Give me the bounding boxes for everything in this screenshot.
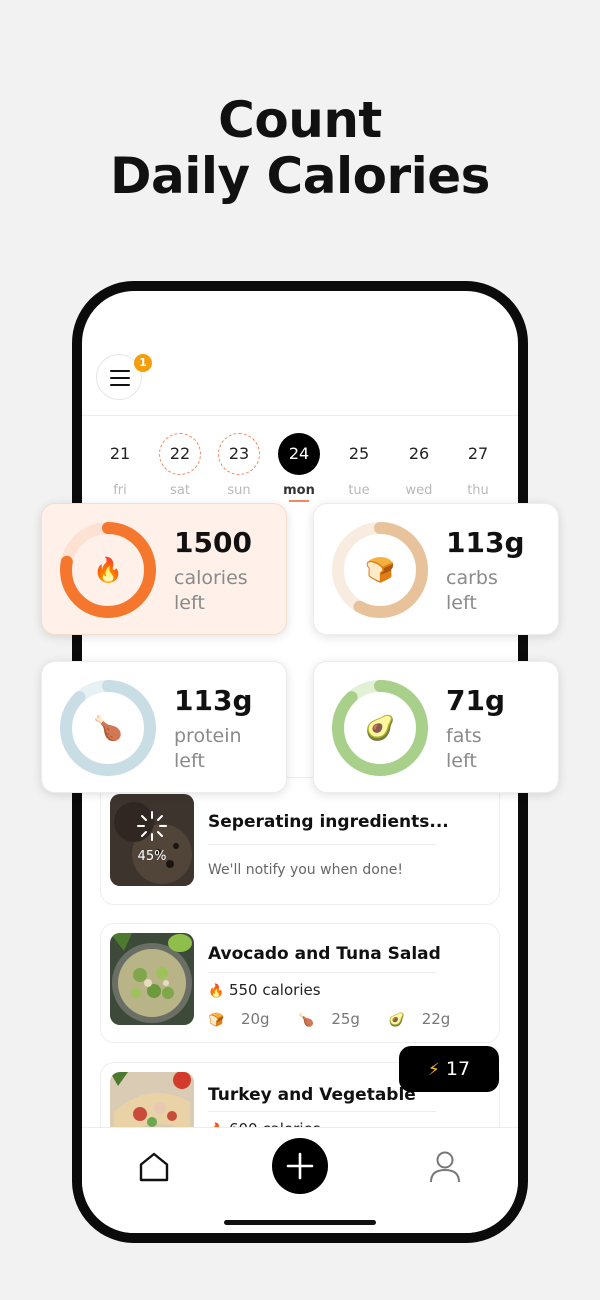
carbs-value: 113g (446, 526, 525, 559)
bread-icon: 🍞 (365, 556, 395, 584)
avocado-icon: 🥑 (388, 1013, 405, 1028)
day-label: wed (405, 483, 433, 498)
meal-card-avocado-tuna-salad[interactable]: Avocado and Tuna Salad 🔥 550 calories 🍞 … (100, 923, 500, 1043)
streak-badge[interactable]: ⚡ 17 (399, 1046, 499, 1092)
label-line-1: protein (174, 725, 242, 747)
fats-left-card[interactable]: 🥑 71g fats left (313, 661, 559, 793)
carbs-macro: 🍞 20g (208, 1010, 282, 1028)
meal-photo (110, 933, 194, 1025)
headline: Count Daily Calories (0, 92, 600, 204)
day-label: sun (227, 483, 251, 498)
day-number: 27 (467, 444, 489, 463)
meal-divider (208, 1111, 436, 1112)
fats-macro: 🥑 22g (389, 1010, 463, 1028)
protein-left-card[interactable]: 🍗 113g protein left (41, 661, 287, 793)
day-25[interactable]: 25 tue (337, 433, 381, 498)
label-line-2: left (446, 750, 477, 772)
day-number: 21 (109, 444, 131, 463)
fire-icon: 🔥 (208, 984, 225, 999)
day-23[interactable]: 23 sun (217, 433, 261, 498)
meal-calories: 🔥 550 calories (208, 981, 321, 999)
drumstick-icon: 🍗 (298, 1013, 315, 1028)
week-strip: 21 fri 22 sat 23 sun 24 mon 25 tue 26 we… (82, 433, 518, 513)
meal-title: Seperating ingredients... (208, 812, 449, 832)
day-label: fri (113, 483, 127, 498)
meal-photo: 45% (110, 794, 194, 886)
day-22[interactable]: 22 sat (158, 433, 202, 498)
bread-icon: 🍞 (208, 1013, 225, 1028)
avocado-icon: 🥑 (365, 714, 395, 742)
day-label: mon (283, 483, 315, 498)
day-21[interactable]: 21 fri (98, 433, 142, 498)
fats-label: fats left (446, 724, 556, 774)
add-meal-button[interactable] (272, 1138, 328, 1194)
label-line-1: carbs (446, 567, 498, 589)
day-number: 22 (159, 433, 201, 475)
day-number: 23 (218, 433, 260, 475)
carbs-label: carbs left (446, 566, 556, 616)
label-line-1: calories (174, 567, 248, 589)
day-number: 26 (408, 444, 430, 463)
bottom-nav (82, 1127, 518, 1233)
selected-day-underline (289, 500, 309, 502)
day-number: 25 (348, 444, 370, 463)
calories-left-card[interactable]: 🔥 1500 calories left (41, 503, 287, 635)
meal-status: We'll notify you when done! (208, 862, 403, 878)
header-divider (82, 415, 518, 416)
label-line-2: left (174, 750, 205, 772)
label-line-2: left (446, 592, 477, 614)
meal-title: Avocado and Tuna Salad (208, 944, 441, 964)
drumstick-icon: 🍗 (93, 714, 123, 742)
meal-divider (208, 844, 436, 845)
day-label: tue (348, 483, 370, 498)
label-line-1: fats (446, 725, 482, 747)
meal-macros: 🍞 20g 🍗 25g 🥑 22g (208, 1010, 474, 1028)
day-24-selected[interactable]: 24 mon (277, 433, 321, 502)
meal-title: Turkey and Vegetable (208, 1085, 416, 1105)
day-number: 24 (278, 433, 320, 475)
protein-value: 113g (174, 684, 253, 717)
calories-label: calories left (174, 566, 284, 616)
headline-line-2: Daily Calories (110, 147, 490, 205)
home-indicator (224, 1220, 376, 1225)
day-26[interactable]: 26 wed (397, 433, 441, 498)
fats-value: 71g (446, 684, 506, 717)
day-27[interactable]: 27 thu (456, 433, 500, 498)
carbs-value: 20g (240, 1010, 270, 1028)
profile-icon[interactable] (429, 1150, 461, 1184)
protein-value: 25g (331, 1010, 360, 1028)
analysis-progress: 45% (137, 849, 167, 864)
protein-label: protein left (174, 724, 284, 774)
home-icon[interactable] (138, 1151, 170, 1183)
meal-divider (208, 972, 436, 973)
calories-value: 1500 (174, 526, 252, 559)
day-label: sat (170, 483, 190, 498)
meal-calories-value: 550 calories (228, 981, 321, 999)
protein-macro: 🍗 25g (298, 1010, 372, 1028)
bolt-icon: ⚡ (427, 1060, 440, 1080)
streak-count: 17 (445, 1058, 471, 1080)
plus-icon (286, 1152, 314, 1180)
day-label: thu (467, 483, 489, 498)
notification-badge: 1 (134, 354, 152, 372)
fire-icon: 🔥 (93, 556, 123, 584)
headline-line-1: Count (218, 91, 382, 149)
fats-value: 22g (421, 1010, 451, 1028)
carbs-left-card[interactable]: 🍞 113g carbs left (313, 503, 559, 635)
label-line-2: left (174, 592, 205, 614)
meal-card-analyzing[interactable]: 45% Seperating ingredients... We'll noti… (100, 777, 500, 905)
